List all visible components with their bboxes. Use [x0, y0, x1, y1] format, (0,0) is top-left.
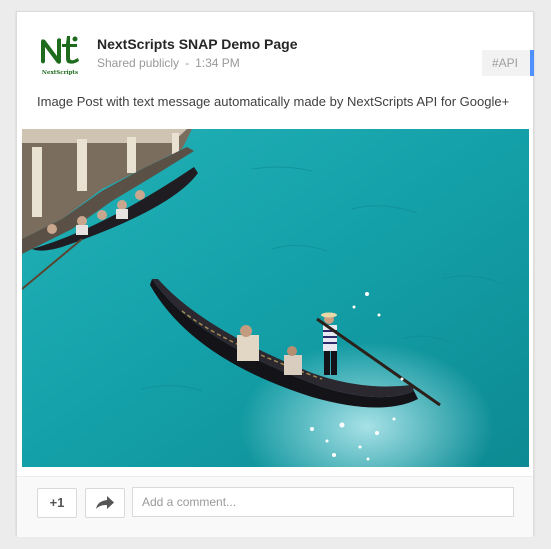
post-message: Image Post with text message automatical…: [37, 94, 510, 109]
comment-input[interactable]: [132, 487, 514, 517]
post-timestamp[interactable]: 1:34 PM: [195, 56, 240, 70]
post-image[interactable]: [22, 129, 529, 467]
meta-separator: -: [185, 56, 190, 70]
share-arrow-icon: [96, 496, 114, 509]
page-avatar-logo[interactable]: NextScripts: [37, 32, 83, 78]
page-name-link[interactable]: NextScripts SNAP Demo Page: [97, 36, 297, 52]
visibility-label: Shared publicly: [97, 56, 180, 70]
post-card: NextScripts NextScripts SNAP Demo Page S…: [16, 11, 534, 537]
post-actions-bar: +1: [17, 476, 533, 537]
plus-one-button[interactable]: +1: [37, 488, 77, 518]
svg-text:NextScripts: NextScripts: [42, 70, 78, 76]
post-meta: Shared publicly -1:34 PM: [97, 56, 240, 70]
share-button[interactable]: [85, 488, 125, 518]
hashtag-badge[interactable]: #API: [481, 50, 534, 76]
